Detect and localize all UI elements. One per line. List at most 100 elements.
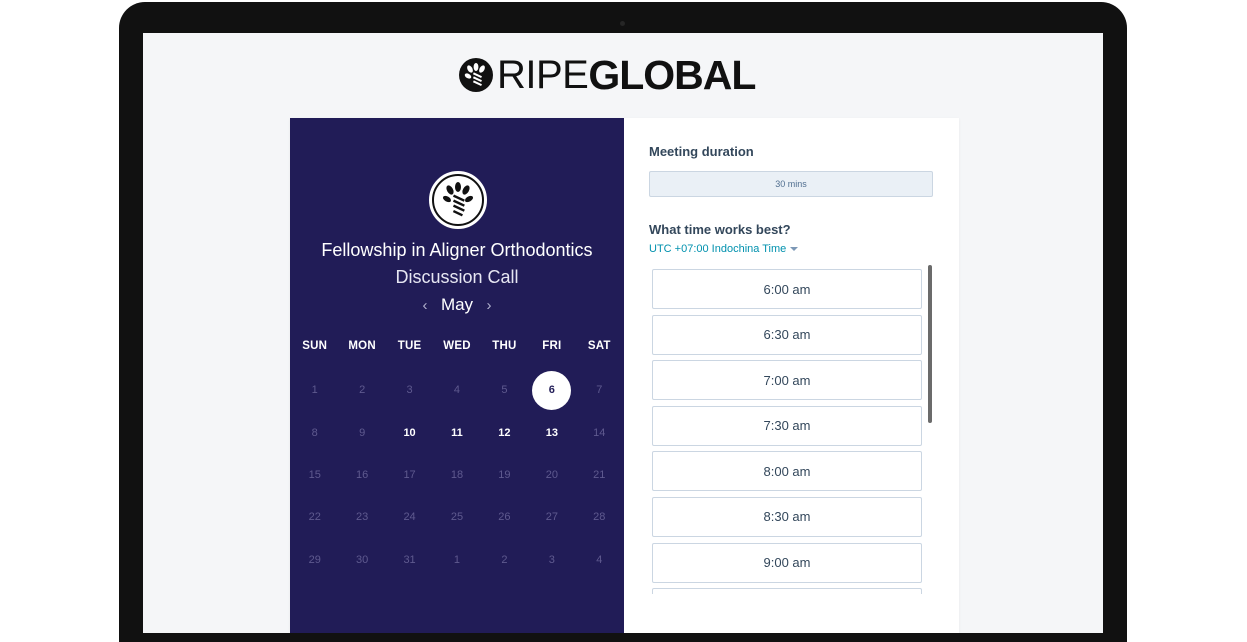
time-slot-button[interactable]: 8:30 am — [652, 496, 922, 537]
calendar-day: 1 — [433, 539, 480, 581]
calendar-days-grid: 1 2 3 4 5 6 7 8 9 10 11 12 13 14 15 16 17 18 19 20 21 22 23 24 2… — [290, 369, 624, 581]
calendar-day-label: 12 — [498, 426, 511, 439]
calendar-day[interactable]: 12 — [481, 411, 528, 453]
calendar-day-label: 3 — [548, 553, 555, 566]
meeting-duration-label: Meeting duration — [649, 144, 754, 159]
calendar-day-label: 23 — [356, 511, 369, 524]
calendar-day-label: 18 — [450, 468, 464, 481]
calendar-day: 26 — [481, 496, 528, 538]
calendar-day: 21 — [576, 454, 623, 496]
weekday-label: SUN — [302, 340, 328, 352]
calendar-day: 27 — [528, 496, 575, 538]
month-navigation: ‹ May › — [290, 293, 624, 317]
calendar-day-label: 16 — [356, 468, 369, 481]
calendar-day-label: 31 — [403, 553, 416, 566]
time-slot-button[interactable]: 6:00 am — [652, 269, 922, 309]
event-subtitle: Discussion Call — [395, 267, 519, 287]
scrollbar[interactable] — [928, 265, 932, 423]
weekday-header: SUN MON TUE WED THU FRI SAT — [290, 340, 624, 352]
ripe-leaf-logo-icon — [459, 58, 493, 92]
time-slot-button[interactable]: 7:00 am — [652, 360, 922, 401]
brand-logo: RIPE GLOBAL — [458, 52, 756, 98]
weekday-label: SAT — [587, 340, 611, 352]
calendar-day-label: 2 — [359, 384, 366, 397]
calendar-day: 2 — [338, 369, 385, 411]
time-slot-list[interactable]: 6:00 am 6:30 am 7:00 am 7:30 am 8:00 am 8:30 … — [652, 269, 922, 594]
calendar-day-label: 15 — [308, 468, 321, 481]
time-selection-panel: Meeting duration 30 mins What time works… — [624, 118, 959, 633]
calendar-day-label: 13 — [545, 426, 558, 439]
calendar-day: 5 — [481, 369, 528, 411]
calendar-day: 18 — [433, 454, 480, 496]
calendar-day: 19 — [481, 454, 528, 496]
duration-button[interactable]: 30 mins — [649, 171, 933, 197]
calendar-day: 30 — [338, 539, 385, 581]
next-month-button[interactable]: › — [474, 297, 504, 314]
calendar-day-selected[interactable]: 6 — [528, 369, 575, 411]
calendar-day: 20 — [528, 454, 575, 496]
calendar-day-label: 25 — [450, 511, 464, 524]
timezone-select[interactable]: UTC +07:00 Indochina Time — [649, 243, 799, 255]
calendar-day-label: 24 — [403, 511, 416, 524]
calendar-day-label: 22 — [308, 511, 321, 524]
calendar-day-label: 20 — [545, 468, 558, 481]
calendar-day-label: 27 — [545, 511, 558, 524]
event-title: Fellowship in Aligner Orthodontics — [321, 240, 593, 260]
time-slot-button[interactable]: 8:00 am — [652, 451, 922, 492]
avatar — [427, 169, 489, 231]
weekday-label: WED — [443, 340, 471, 352]
calendar-day: 14 — [576, 411, 623, 453]
time-slot-button[interactable]: 6:30 am — [652, 314, 922, 355]
calendar-day: 15 — [291, 454, 338, 496]
screen: RIPE GLOBAL Fellowship in Aligner Orthod… — [143, 33, 1103, 633]
calendar-day-label: 11 — [451, 426, 463, 439]
calendar-day-label: 19 — [498, 468, 511, 481]
calendar-day: 8 — [291, 411, 338, 453]
calendar-day: 7 — [576, 369, 623, 411]
leaf-logo-icon — [442, 182, 474, 217]
calendar-day: 3 — [528, 539, 575, 581]
prev-month-button[interactable]: ‹ — [410, 297, 440, 314]
brand-name-bold: GLOBAL — [588, 52, 756, 98]
calendar-day-label: 3 — [406, 384, 413, 397]
booking-card: Fellowship in Aligner Orthodontics Discu… — [290, 118, 959, 633]
calendar-day-label: 17 — [403, 468, 416, 481]
calendar-day: 28 — [576, 496, 623, 538]
calendar-day-label: 29 — [308, 553, 321, 566]
weekday-label: TUE — [397, 340, 422, 352]
calendar-day: 9 — [338, 411, 385, 453]
calendar-day-label: 5 — [501, 384, 508, 397]
calendar-day[interactable]: 11 — [433, 411, 480, 453]
calendar-day[interactable]: 13 — [528, 411, 575, 453]
calendar-day: 2 — [481, 539, 528, 581]
camera-icon — [620, 21, 625, 26]
calendar-day-label: 21 — [593, 468, 606, 481]
calendar-day: 16 — [338, 454, 385, 496]
timezone-value: UTC +07:00 Indochina Time — [649, 243, 787, 255]
calendar-day: 17 — [386, 454, 433, 496]
calendar-day-label: 28 — [593, 511, 606, 524]
time-slot-button[interactable]: 9:00 am — [652, 542, 922, 583]
event-calendar-panel: Fellowship in Aligner Orthodontics Discu… — [290, 118, 624, 633]
time-slot-button[interactable] — [652, 588, 922, 594]
calendar-day: 24 — [386, 496, 433, 538]
calendar-day[interactable]: 10 — [386, 411, 433, 453]
calendar-day-label: 1 — [311, 384, 318, 397]
calendar-day: 22 — [291, 496, 338, 538]
weekday-label: THU — [492, 340, 517, 352]
calendar-day-label: 7 — [596, 384, 603, 397]
month-label: May — [440, 295, 474, 314]
avatar-ring — [432, 174, 484, 226]
calendar-day-label: 30 — [356, 553, 369, 566]
time-question-label: What time works best? — [649, 222, 791, 237]
caret-down-icon — [790, 247, 799, 251]
calendar-day-label: 26 — [498, 511, 511, 524]
calendar-day-label: 4 — [453, 384, 461, 397]
calendar-day-label: 1 — [453, 553, 461, 566]
calendar-day-label: 4 — [596, 553, 603, 566]
brand-name-light: RIPE — [497, 53, 589, 97]
weekday-label: MON — [348, 340, 376, 352]
time-slot-button[interactable]: 7:30 am — [652, 405, 922, 446]
calendar-day: 25 — [433, 496, 480, 538]
calendar-day: 31 — [386, 539, 433, 581]
